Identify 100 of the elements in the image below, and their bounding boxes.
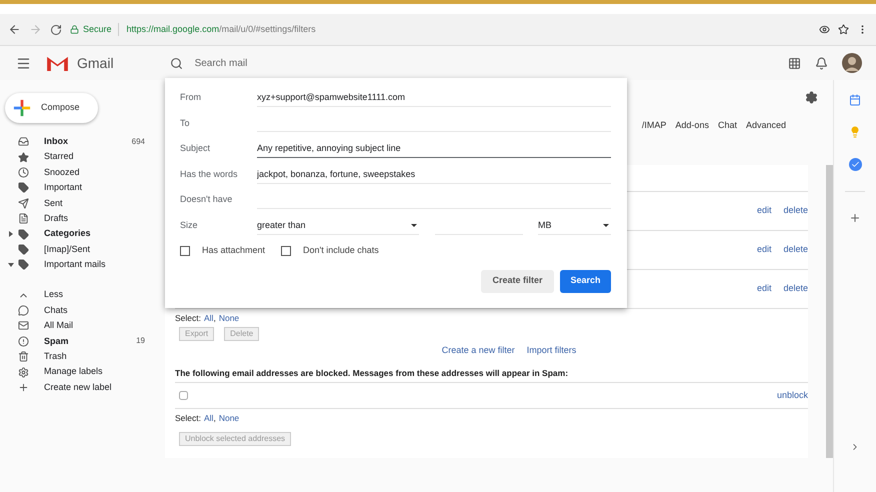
unblock-link[interactable]: unblock bbox=[776, 389, 808, 402]
field-label: Doesn't have bbox=[180, 193, 234, 206]
sidebar-label: Sent bbox=[44, 196, 64, 210]
tag-icon bbox=[18, 182, 29, 194]
search-icon[interactable] bbox=[170, 56, 183, 70]
search-field[interactable]: Search mail bbox=[194, 56, 610, 70]
scrollbar[interactable] bbox=[826, 165, 833, 458]
sidebar-label: Trash bbox=[44, 350, 68, 364]
none-link[interactable]: None bbox=[218, 312, 240, 325]
sidebar-label: Starred bbox=[44, 150, 75, 164]
separator: , bbox=[213, 312, 216, 325]
gmail-logo-icon bbox=[46, 54, 69, 72]
tag-icon bbox=[18, 244, 29, 255]
sidebar-item[interactable]: Starred bbox=[0, 149, 165, 165]
notifications-icon[interactable] bbox=[815, 56, 828, 70]
sidebar-item[interactable]: All Mail bbox=[0, 318, 165, 334]
sidebar-item[interactable]: Less bbox=[0, 288, 165, 303]
input-field[interactable]: xyz+support@spamwebsite1111.com bbox=[257, 88, 611, 107]
sidebar-item[interactable]: Snoozed bbox=[0, 164, 165, 180]
delete-link[interactable]: delete bbox=[783, 243, 808, 257]
sidebar-item[interactable]: Spam 19 bbox=[0, 334, 165, 350]
lock-icon bbox=[70, 25, 79, 34]
sidebar-item[interactable]: Create new label bbox=[0, 380, 165, 396]
settings-tab[interactable]: Add-ons bbox=[675, 119, 709, 133]
sidebar-item[interactable]: [Imap]/Sent bbox=[0, 242, 165, 258]
envelope-icon bbox=[18, 320, 29, 332]
sidebar-label: Create new label bbox=[44, 380, 113, 394]
sidebar-item[interactable]: Important bbox=[0, 180, 165, 196]
sidebar-label: Spam bbox=[44, 334, 70, 348]
edit-link[interactable]: edit bbox=[756, 204, 772, 218]
edit-link[interactable]: edit bbox=[756, 282, 772, 296]
blocked-heading: The following email addresses are blocked. Messages from these addresses will appear in Spam: bbox=[175, 367, 808, 384]
sidebar-item[interactable]: Categories bbox=[0, 226, 165, 242]
apps-grid-icon[interactable] bbox=[788, 56, 801, 70]
select-label: Select: bbox=[175, 412, 201, 425]
checkbox-label: Has attachment bbox=[202, 244, 266, 258]
back-icon[interactable] bbox=[8, 23, 21, 36]
sidebar-label: Important mails bbox=[44, 258, 107, 272]
sidebar-item[interactable]: Sent bbox=[0, 196, 165, 211]
field-label: From bbox=[180, 91, 202, 104]
sidebar-label: Drafts bbox=[44, 212, 70, 225]
sidebar-label: All Mail bbox=[44, 319, 74, 332]
plus-icon bbox=[13, 99, 31, 117]
secure-label: Secure bbox=[83, 22, 119, 36]
filter-link[interactable]: Create a new filter bbox=[442, 344, 515, 358]
calendar-icon[interactable] bbox=[849, 94, 861, 106]
clock-icon bbox=[18, 166, 29, 178]
input-field[interactable]: Any repetitive, annoying subject line bbox=[257, 140, 611, 158]
sidebar-item[interactable]: Chats bbox=[0, 302, 165, 318]
settings-tab[interactable]: /IMAP bbox=[642, 119, 666, 133]
separator: , bbox=[213, 412, 216, 425]
sidebar-label: Inbox bbox=[44, 134, 69, 148]
eye-icon[interactable] bbox=[819, 24, 830, 35]
field-label: To bbox=[180, 116, 191, 130]
edit-link[interactable]: edit bbox=[756, 243, 772, 257]
menu-icon[interactable] bbox=[16, 56, 31, 70]
compose-button[interactable]: Compose bbox=[5, 93, 98, 123]
sidebar-item[interactable]: Inbox 694 bbox=[0, 134, 165, 150]
all-link[interactable]: All bbox=[204, 312, 214, 325]
expander-caret-icon[interactable] bbox=[9, 231, 13, 238]
sidebar-label: Important bbox=[44, 181, 84, 194]
bookmark-star-icon[interactable] bbox=[838, 24, 849, 35]
settings-tab[interactable]: Chat bbox=[718, 119, 737, 133]
input-field[interactable]: jackpot, bonanza, fortune, sweepstakes bbox=[257, 166, 611, 184]
delete-link[interactable]: delete bbox=[783, 204, 808, 218]
sidebar-item[interactable]: Important mails bbox=[0, 257, 165, 273]
chat-bubble-icon bbox=[18, 305, 29, 316]
sidebar-label: Chats bbox=[44, 304, 69, 317]
sidebar-item[interactable]: Manage labels bbox=[0, 364, 165, 380]
row-checkbox[interactable] bbox=[179, 391, 188, 400]
field-label: Subject bbox=[180, 142, 212, 156]
reload-icon[interactable] bbox=[50, 24, 62, 36]
none-link[interactable]: None bbox=[218, 412, 240, 425]
sidebar-label: [Imap]/Sent bbox=[44, 242, 92, 256]
trash-icon bbox=[18, 351, 29, 362]
unread-count: 19 bbox=[136, 335, 145, 348]
plus-icon[interactable] bbox=[849, 212, 861, 224]
avatar[interactable] bbox=[842, 53, 862, 73]
app-name: Gmail bbox=[77, 54, 114, 72]
sidebar-label: Categories bbox=[44, 227, 92, 240]
inbox-icon bbox=[18, 136, 29, 148]
sidebar-item[interactable]: Drafts bbox=[0, 210, 165, 226]
settings-tab[interactable]: Advanced bbox=[746, 119, 786, 133]
send-icon bbox=[18, 198, 29, 209]
delete-link[interactable]: delete bbox=[783, 282, 808, 296]
create-filter-button[interactable]: Create filter bbox=[481, 270, 554, 293]
checkbox[interactable] bbox=[180, 246, 190, 256]
all-link[interactable]: All bbox=[204, 412, 214, 425]
sidebar-item[interactable]: Trash bbox=[0, 349, 165, 364]
field-label: Size bbox=[180, 219, 199, 232]
plus-icon bbox=[18, 382, 29, 394]
size-operator-select[interactable]: greater than bbox=[257, 216, 419, 235]
url-text[interactable]: https://mail.google.com/mail/u/0/#settings/filters bbox=[126, 22, 316, 36]
expander-caret-icon[interactable] bbox=[8, 262, 14, 267]
sidebar-label: Manage labels bbox=[44, 365, 104, 378]
tag-icon bbox=[18, 259, 29, 270]
size-unit-select[interactable]: MB bbox=[538, 216, 611, 235]
filter-link[interactable]: Import filters bbox=[526, 344, 576, 358]
checkbox[interactable] bbox=[281, 246, 292, 256]
search-button[interactable]: Search bbox=[560, 270, 611, 293]
